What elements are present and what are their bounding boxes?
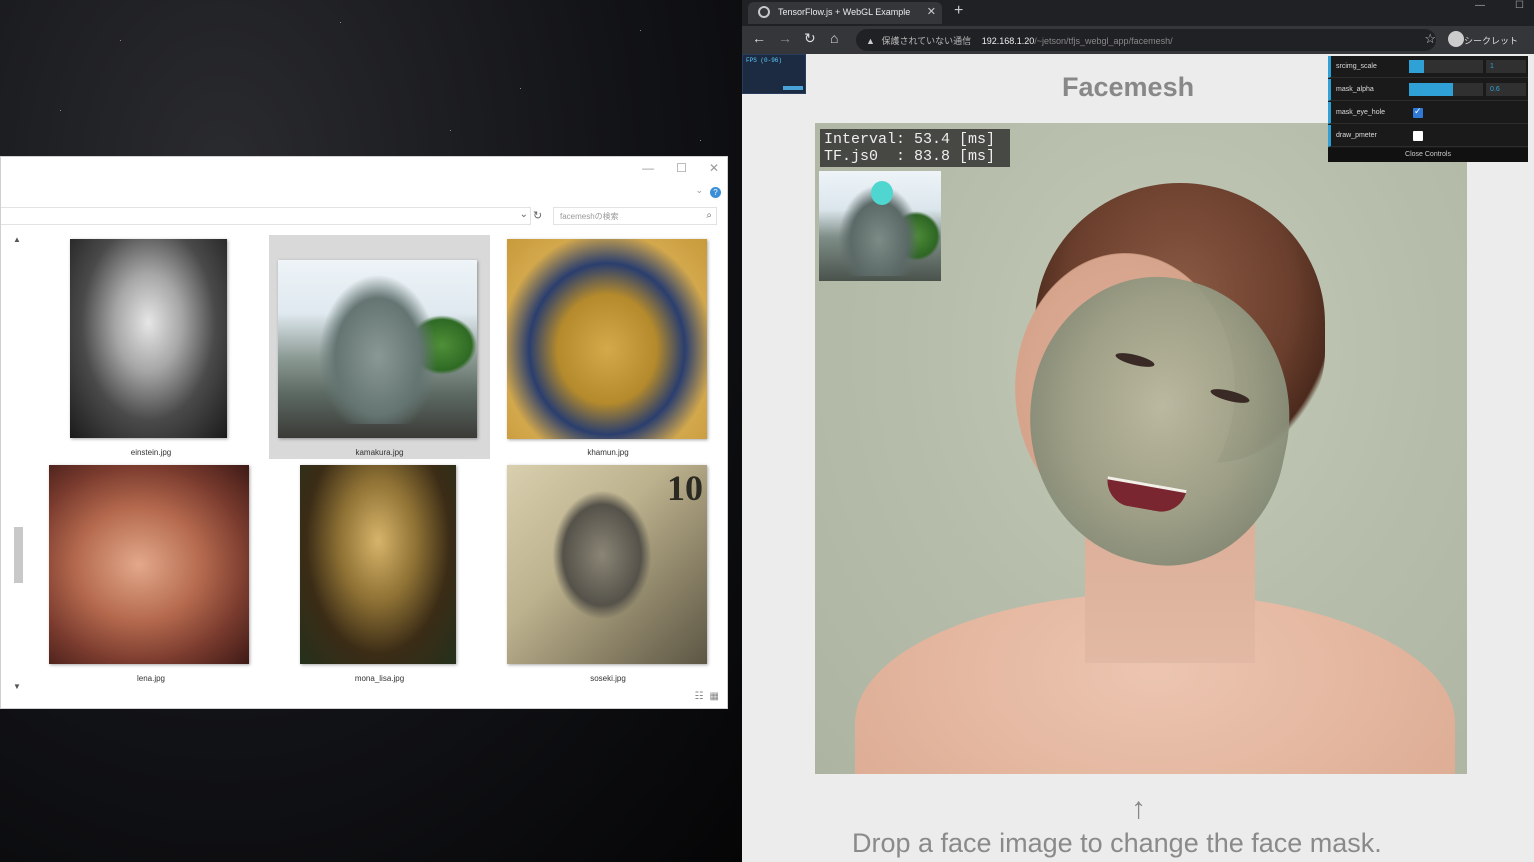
file-item-kamakura[interactable]: kamakura.jpg bbox=[269, 235, 490, 459]
file-item-khamun[interactable]: khamun.jpg bbox=[498, 235, 718, 459]
file-name: lena.jpg bbox=[136, 674, 166, 683]
source-image-preview bbox=[819, 171, 941, 281]
maximize-icon[interactable]: ☐ bbox=[1515, 0, 1524, 11]
bookmark-star-icon[interactable]: ☆ bbox=[1424, 31, 1436, 47]
thumbnail-detail bbox=[552, 490, 652, 620]
chevron-down-icon[interactable]: ⌄ bbox=[520, 209, 528, 220]
close-controls-button[interactable]: Close Controls bbox=[1328, 148, 1528, 162]
window-controls: — ☐ ✕ bbox=[642, 161, 719, 175]
file-thumbnail bbox=[49, 465, 249, 664]
file-item-lena[interactable]: lena.jpg bbox=[41, 461, 261, 685]
browser-toolbar: ← → ↻ ⌂ ▲ 保護されていない通信 192.168.1.20/~jetso… bbox=[742, 26, 1534, 54]
tab-title: TensorFlow.js + WebGL Example bbox=[778, 7, 911, 17]
control-label: mask_eye_hole bbox=[1336, 109, 1386, 116]
slider-fill bbox=[1409, 83, 1454, 96]
perf-overlay: Interval: 53.4 [ms] TF.js0 : 83.8 [ms] bbox=[820, 129, 1010, 167]
mask-alpha-input[interactable]: 0.6 bbox=[1486, 83, 1526, 96]
drop-instruction: Drop a face image to change the face mas… bbox=[852, 828, 1382, 858]
details-view-icon[interactable]: ☷ bbox=[695, 691, 704, 702]
file-name: kamakura.jpg bbox=[355, 448, 404, 457]
interval-stat: Interval: 53.4 [ms] bbox=[824, 131, 996, 148]
file-thumbnail bbox=[70, 239, 227, 438]
control-label: mask_alpha bbox=[1336, 86, 1374, 93]
mask-alpha-slider[interactable] bbox=[1409, 83, 1483, 96]
explorer-search-input[interactable]: facemeshの検索 ⌕ bbox=[553, 207, 717, 225]
control-label: srcimg_scale bbox=[1336, 63, 1377, 70]
file-name: mona_lisa.jpg bbox=[354, 674, 405, 683]
browser-window: TensorFlow.js + WebGL Example ✕ + — ☐ ← … bbox=[742, 0, 1534, 862]
mask-eye-hole-checkbox[interactable] bbox=[1413, 106, 1423, 118]
tfjs-stat: TF.js0 : 83.8 [ms] bbox=[824, 148, 996, 165]
chevron-down-icon[interactable]: ⌄ bbox=[695, 185, 703, 196]
refresh-icon[interactable]: ↻ bbox=[533, 209, 542, 222]
warning-icon: ▲ bbox=[866, 36, 875, 46]
file-name: khamun.jpg bbox=[587, 448, 629, 457]
controls-panel: srcimg_scale 1 mask_alpha 0.6 mask_eye_h… bbox=[1328, 56, 1528, 162]
file-thumbnail bbox=[507, 239, 707, 439]
webgl-canvas[interactable]: Interval: 53.4 [ms] TF.js0 : 83.8 [ms] bbox=[815, 123, 1467, 774]
file-item-einstein[interactable]: einstein.jpg bbox=[41, 235, 261, 459]
fps-stats-widget[interactable]: FPS (0-96) bbox=[742, 54, 806, 94]
file-item-soseki[interactable]: 10 soseki.jpg bbox=[498, 461, 718, 685]
close-icon[interactable]: ✕ bbox=[927, 5, 936, 18]
forward-icon[interactable]: → bbox=[778, 30, 792, 46]
search-icon[interactable]: ⌕ bbox=[706, 210, 712, 221]
incognito-icon[interactable] bbox=[1448, 31, 1464, 47]
browser-tab[interactable]: TensorFlow.js + WebGL Example ✕ bbox=[748, 2, 942, 24]
window-controls: — ☐ bbox=[1475, 0, 1524, 11]
maximize-icon[interactable]: ☐ bbox=[676, 161, 687, 175]
control-srcimg-scale: srcimg_scale 1 bbox=[1328, 56, 1528, 78]
url-host: 192.168.1.20 bbox=[981, 36, 1035, 46]
url-path: /~jetson/tfjs_webgl_app/facemesh/ bbox=[1034, 36, 1173, 46]
back-icon[interactable]: ← bbox=[752, 30, 766, 46]
up-arrow-icon: ↑ bbox=[1131, 792, 1146, 825]
view-toggle: ☷ ▦ bbox=[695, 691, 719, 702]
control-label: draw_pmeter bbox=[1336, 132, 1377, 139]
security-warning[interactable]: 保護されていない通信 bbox=[881, 36, 971, 46]
file-thumbnail bbox=[300, 465, 456, 664]
draw-pmeter-checkbox[interactable] bbox=[1413, 131, 1423, 141]
file-name: einstein.jpg bbox=[130, 448, 172, 457]
banknote-denomination: 10 bbox=[667, 468, 703, 508]
face-detection-marker bbox=[871, 181, 893, 205]
help-icon[interactable]: ? bbox=[710, 187, 721, 198]
file-explorer-window: — ☐ ✕ ⌄ ? ⌄ ↻ facemeshの検索 ⌕ ▲ ▼ einstein… bbox=[0, 156, 728, 709]
vertical-scrollbar[interactable]: ▲ ▼ bbox=[11, 235, 25, 691]
scroll-down-icon[interactable]: ▼ bbox=[13, 682, 21, 691]
file-thumbnail: 10 bbox=[507, 465, 707, 664]
page-title: Facemesh bbox=[1062, 72, 1195, 102]
file-item-mona-lisa[interactable]: mona_lisa.jpg bbox=[269, 461, 490, 685]
scroll-up-icon[interactable]: ▲ bbox=[13, 235, 21, 244]
globe-icon bbox=[758, 6, 770, 18]
srcimg-scale-slider[interactable] bbox=[1409, 60, 1483, 73]
file-name: soseki.jpg bbox=[590, 674, 626, 683]
minimize-icon[interactable]: — bbox=[1475, 0, 1485, 11]
file-thumbnail bbox=[278, 260, 477, 438]
address-bar[interactable]: ▲ 保護されていない通信 192.168.1.20/~jetson/tfjs_w… bbox=[856, 29, 1436, 51]
explorer-address-bar[interactable]: ⌄ bbox=[1, 207, 531, 225]
stats-graph bbox=[783, 86, 803, 90]
large-icons-view-icon[interactable]: ▦ bbox=[710, 691, 719, 702]
reload-icon[interactable]: ↻ bbox=[804, 30, 816, 47]
control-draw-pmeter: draw_pmeter bbox=[1328, 125, 1528, 147]
home-icon[interactable]: ⌂ bbox=[830, 30, 838, 46]
stats-label: FPS (0-96) bbox=[746, 57, 783, 64]
thumbnail-detail bbox=[318, 274, 438, 424]
close-icon[interactable]: ✕ bbox=[709, 161, 719, 175]
scrollbar-thumb[interactable] bbox=[14, 527, 23, 583]
control-mask-alpha: mask_alpha 0.6 bbox=[1328, 79, 1528, 101]
minimize-icon[interactable]: — bbox=[642, 161, 654, 175]
slider-fill bbox=[1409, 60, 1424, 73]
control-mask-eye-hole: mask_eye_hole bbox=[1328, 102, 1528, 124]
tab-bar: TensorFlow.js + WebGL Example ✕ + — ☐ bbox=[742, 0, 1534, 26]
search-placeholder: facemeshの検索 bbox=[560, 212, 619, 221]
srcimg-scale-input[interactable]: 1 bbox=[1486, 60, 1526, 73]
new-tab-button[interactable]: + bbox=[954, 2, 963, 20]
profile-label[interactable]: シークレット bbox=[1464, 34, 1518, 47]
